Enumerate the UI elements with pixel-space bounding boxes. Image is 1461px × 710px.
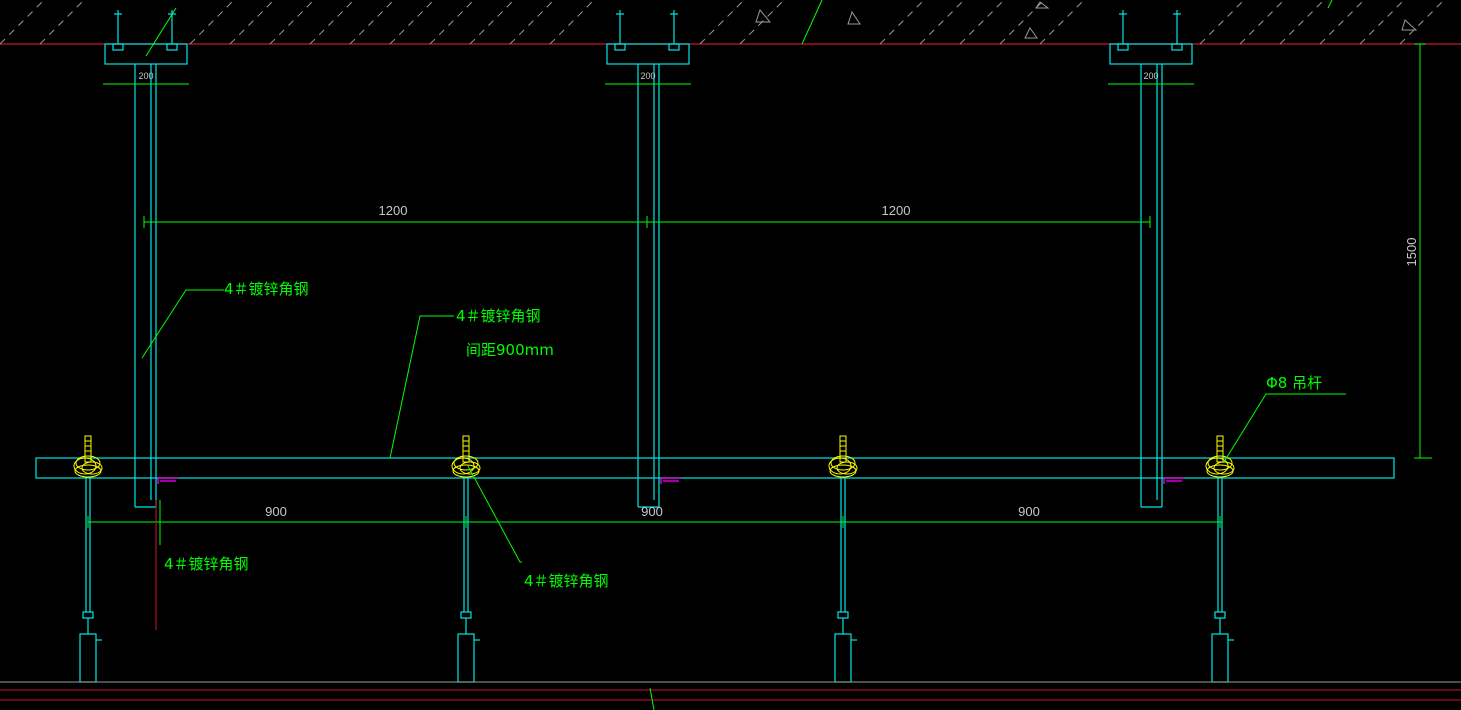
hanger-left (104, 10, 188, 508)
hanger-middle (606, 10, 690, 508)
angle-marks (157, 477, 1184, 484)
ceiling-slab (0, 0, 1461, 57)
top-span-left-text: 1200 (379, 203, 408, 218)
anchor-width-left: 200 (138, 71, 153, 81)
main-angle-steel (35, 457, 1395, 479)
hanger-rod-1 (73, 435, 103, 683)
label-upper-angle-steel: 4＃镀锌角钢 (224, 280, 309, 298)
label-lower-left-angle: 4＃镀锌角钢 (164, 555, 249, 573)
hanger-rod-3 (828, 435, 858, 683)
bottom-span-3-text: 900 (1018, 504, 1040, 519)
top-span-right-text: 1200 (882, 203, 911, 218)
label-spacing-note: 间距900mm (466, 341, 554, 359)
hanger-rod-4 (1205, 435, 1235, 683)
hanger-right (1109, 10, 1193, 508)
anchor-width-right: 200 (1143, 71, 1158, 81)
top-span-dimension (143, 216, 1151, 228)
label-main-angle-steel: 4＃镀锌角钢 (456, 307, 541, 325)
hanger-rod-2 (451, 435, 481, 683)
label-lower-mid-angle: 4＃镀锌角钢 (524, 572, 609, 590)
label-hanger-rod: Φ8 吊杆 (1266, 374, 1322, 392)
bottom-span-1-text: 900 (265, 504, 287, 519)
floor-lines (0, 681, 1461, 710)
bottom-span-2-text: 900 (641, 504, 663, 519)
anchor-width-middle: 200 (640, 71, 655, 81)
height-dim-text: 1500 (1404, 238, 1419, 267)
cad-drawing-canvas: 200 200 200 1500 1200 1200 900 900 900 4… (0, 0, 1461, 710)
leader-lines (141, 289, 1346, 563)
